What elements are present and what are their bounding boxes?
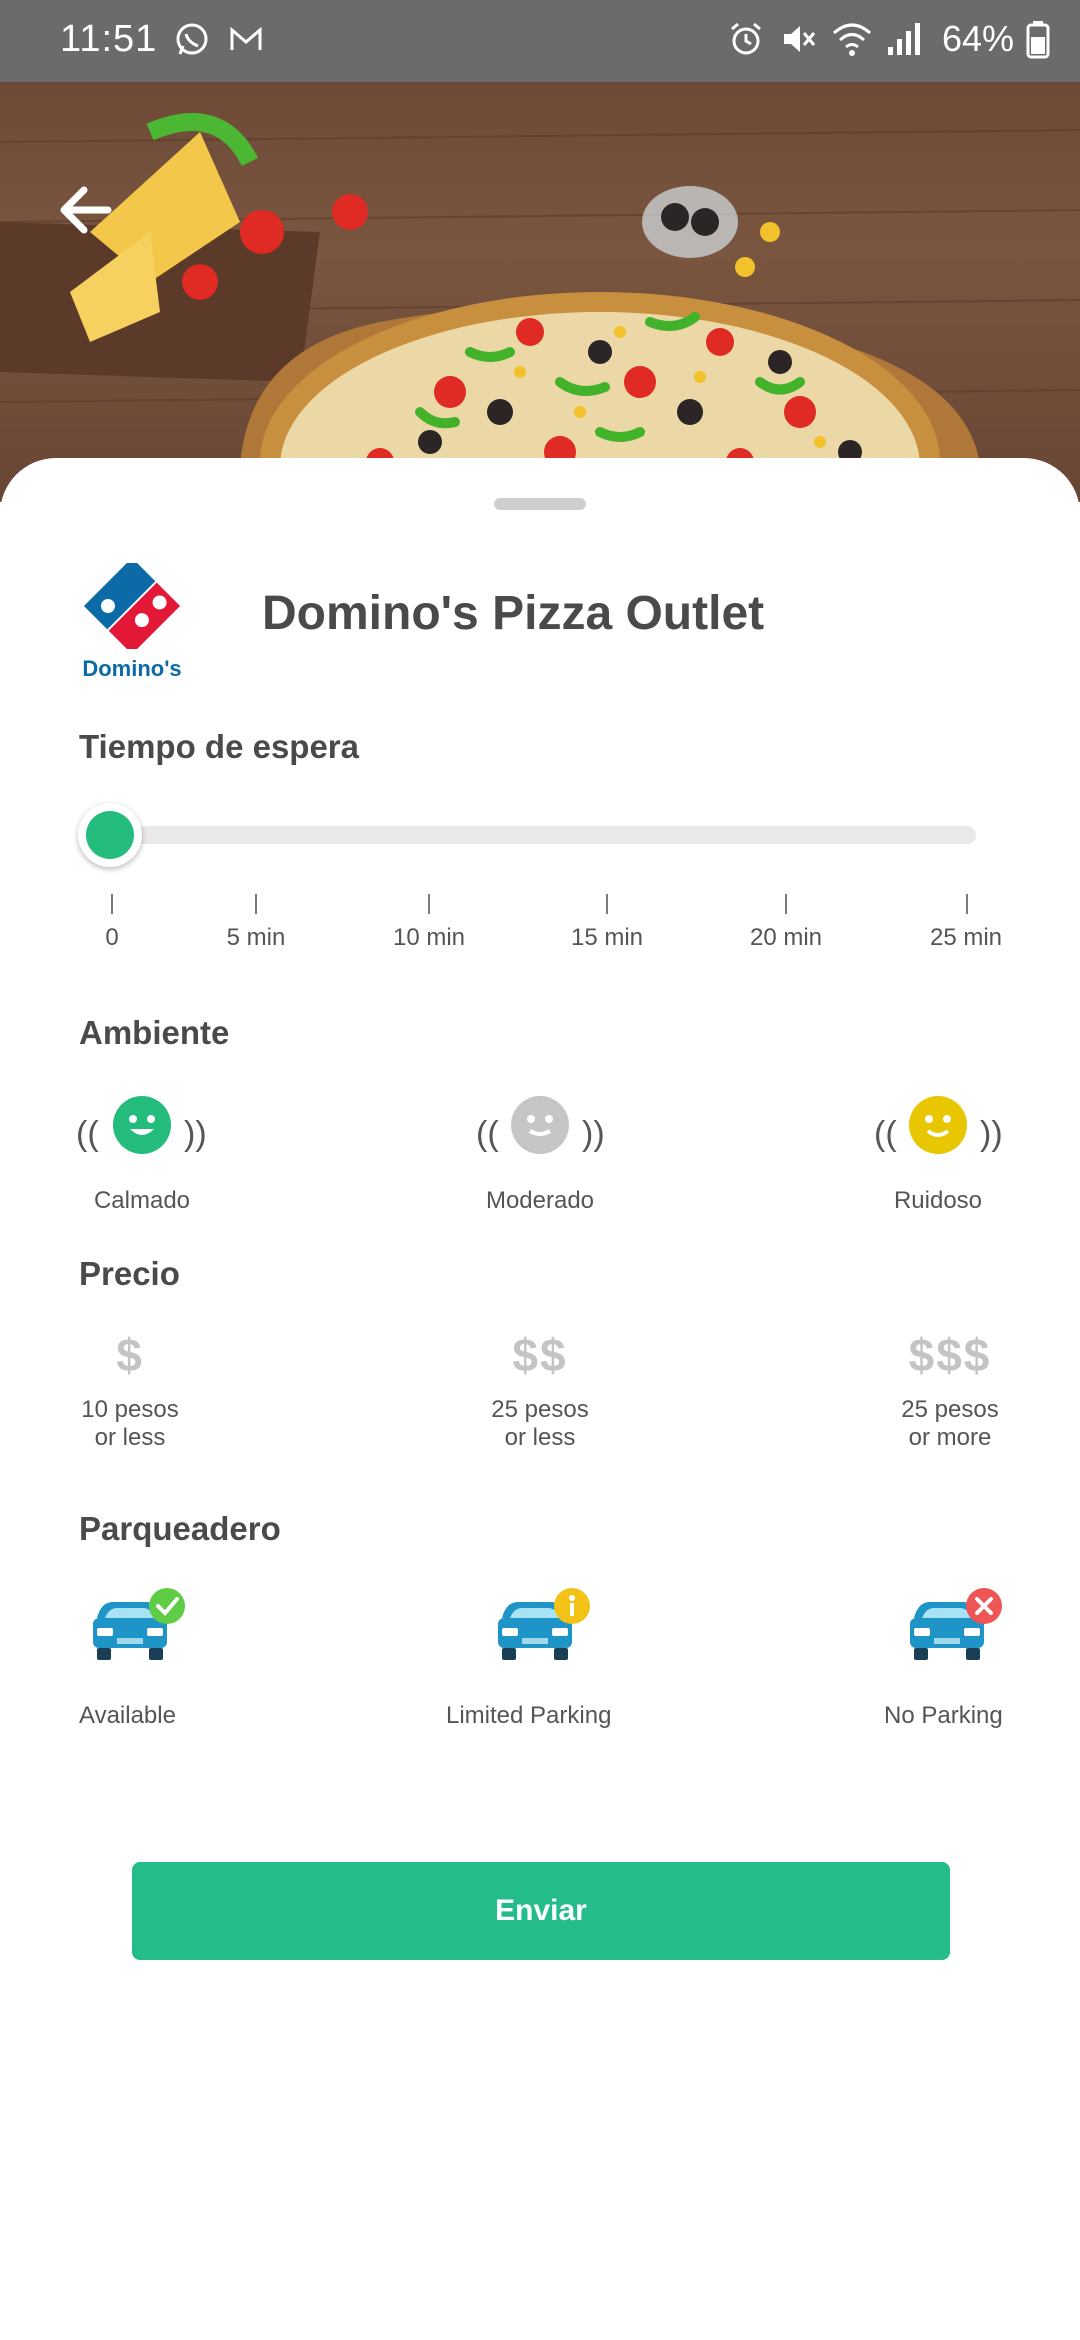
car-check-icon <box>93 1588 185 1660</box>
tick-label: 0 <box>105 924 119 951</box>
parking-option-none[interactable]: No Parking <box>884 1588 1024 1729</box>
sound-wave-right-icon: )) <box>184 1115 207 1153</box>
price-symbol: $$$ <box>908 1329 992 1381</box>
whatsapp-icon <box>176 23 208 55</box>
drag-handle[interactable] <box>494 498 586 510</box>
price-option-low[interactable]: $ 10 pesos or less <box>20 1328 240 1488</box>
parking-label: Available <box>79 1702 176 1729</box>
parking-label: Limited Parking <box>446 1702 612 1729</box>
price-label: 25 pesos or more <box>840 1396 1060 1452</box>
noisy-face-icon <box>909 1096 967 1154</box>
price-option-high[interactable]: $$$ 25 pesos or more <box>840 1328 1060 1488</box>
tick-label: 10 min <box>392 924 466 951</box>
back-button[interactable] <box>50 170 130 250</box>
parking-label: No Parking <box>884 1702 1003 1729</box>
price-label: 10 pesos or less <box>20 1396 240 1452</box>
price-title: Precio <box>79 1255 180 1292</box>
car-info-icon <box>498 1588 590 1660</box>
logo-text: Domino's <box>82 656 182 681</box>
ambient-label: Ruidoso <box>893 1187 983 1214</box>
car-close-icon <box>910 1588 1002 1660</box>
sound-wave-left-icon: (( <box>476 1115 499 1153</box>
submit-button[interactable]: Enviar <box>132 1862 950 1960</box>
restaurant-logo: Domino's <box>76 557 188 683</box>
gmail-icon <box>230 26 262 50</box>
status-left-icons <box>172 20 266 60</box>
battery-percent: 64% <box>941 18 1014 59</box>
parking-title: Parqueadero <box>79 1510 281 1547</box>
parking-option-limited[interactable]: Limited Parking <box>446 1588 626 1729</box>
dominos-logo-icon <box>83 557 181 655</box>
ambient-title: Ambiente <box>79 1014 230 1051</box>
status-time: 11:51 <box>60 18 158 60</box>
price-line: 10 pesos <box>81 1396 179 1423</box>
tick-label: 15 min <box>570 924 644 951</box>
tick-mark <box>785 894 787 914</box>
wifi-icon <box>832 23 871 56</box>
price-symbol: $$ <box>512 1329 568 1381</box>
pizza-illustration <box>0 113 1080 502</box>
price-line: or less <box>94 1424 166 1451</box>
status-bar: 11:51 64% <box>0 0 1080 82</box>
sound-wave-right-icon: )) <box>980 1115 1003 1153</box>
price-line: or less <box>504 1424 576 1451</box>
moderate-face-icon <box>511 1096 569 1154</box>
alarm-icon <box>730 22 761 55</box>
wait-time-slider-thumb[interactable] <box>78 803 142 867</box>
tick-label: 20 min <box>749 924 823 951</box>
price-symbol: $ <box>116 1329 144 1381</box>
tick-mark <box>606 894 608 914</box>
ambient-label: Calmado <box>93 1187 191 1214</box>
ambient-option-calm[interactable]: (( )) Calmado <box>72 1095 272 1225</box>
price-option-medium[interactable]: $$ 25 pesos or less <box>430 1328 650 1488</box>
ambient-label: Moderado <box>485 1187 595 1214</box>
tick-mark <box>428 894 430 914</box>
price-line: 25 pesos <box>491 1396 589 1423</box>
sound-wave-left-icon: (( <box>874 1115 897 1153</box>
signal-icon <box>887 23 920 55</box>
mute-icon <box>783 26 816 52</box>
parking-option-available[interactable]: Available <box>79 1588 199 1729</box>
details-sheet: Domino's Domino's Pizza Outlet Tiempo de… <box>0 458 1080 2340</box>
tick-label: 25 min <box>929 924 1003 951</box>
tick-mark <box>111 894 113 914</box>
ambient-option-noisy[interactable]: (( )) Ruidoso <box>868 1095 1068 1225</box>
sound-wave-left-icon: (( <box>76 1115 99 1153</box>
sound-wave-right-icon: )) <box>582 1115 605 1153</box>
price-line: 25 pesos <box>901 1396 999 1423</box>
calm-face-icon <box>113 1096 171 1154</box>
battery-icon <box>1026 21 1050 59</box>
tick-label: 5 min <box>226 924 286 951</box>
wait-time-slider-track[interactable] <box>110 826 976 844</box>
ambient-option-moderate[interactable]: (( )) Moderado <box>470 1095 670 1225</box>
restaurant-name: Domino's Pizza Outlet <box>262 587 765 640</box>
tick-mark <box>966 894 968 914</box>
wait-time-title: Tiempo de espera <box>79 728 360 765</box>
tick-mark <box>255 894 257 914</box>
status-right-icons: 64% <box>726 18 1050 60</box>
price-label: 25 pesos or less <box>430 1396 650 1452</box>
hero-image <box>0 82 1080 502</box>
price-line: or more <box>908 1424 992 1451</box>
